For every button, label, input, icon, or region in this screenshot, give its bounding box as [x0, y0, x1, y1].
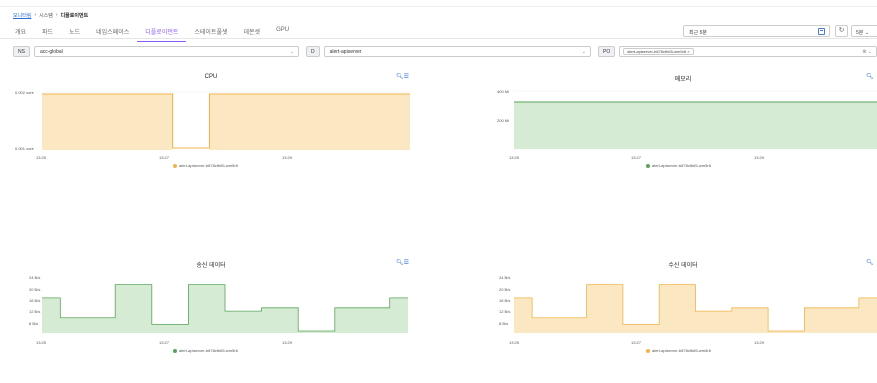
- tab-statefulsets[interactable]: 스테이트풀셋: [186, 27, 235, 42]
- refresh-button[interactable]: ↻: [835, 25, 848, 37]
- rx-chart-plot: [514, 284, 877, 333]
- deployment-value: alert-apiserver: [329, 48, 362, 55]
- memory-chart-tools[interactable]: 🔍︎: [866, 73, 874, 80]
- zoom-icon[interactable]: 🔍︎: [866, 74, 874, 80]
- namespace-filter[interactable]: NS acc-global ⌄: [13, 46, 299, 57]
- rx-y-tick: 24 B/s: [499, 275, 511, 280]
- breadcrumb-separator: ›: [55, 12, 58, 18]
- tabs-divider: [0, 38, 877, 39]
- zoom-icon[interactable]: 🔍︎: [396, 74, 404, 80]
- rx-x-tick: 13:27: [631, 340, 642, 345]
- legend-dot: [646, 348, 650, 353]
- tx-x-tick: 13:25: [36, 340, 47, 345]
- calendar-icon[interactable]: [818, 28, 825, 35]
- chevron-down-icon: ⌄: [581, 48, 586, 55]
- rx-y-tick: 20 B/s: [499, 287, 511, 292]
- chevron-down-icon: ⌄: [864, 30, 869, 36]
- zoom-icon[interactable]: 🔍︎: [866, 260, 874, 266]
- tx-y-tick: 12 B/s: [29, 309, 41, 314]
- top-divider: [0, 6, 877, 7]
- namespace-value: acc-global: [39, 48, 63, 55]
- cpu-area-series: [42, 94, 410, 150]
- tab-bar: 개요 파드 노드 네임스페이스 디플로이먼트 스테이트풀셋 데몬셋 GPU: [13, 27, 297, 42]
- deployment-filter[interactable]: D alert-apiserver ⌄: [306, 46, 591, 57]
- tx-y-tick: 16 B/s: [29, 298, 41, 303]
- rx-x-tick: 13:29: [754, 340, 765, 345]
- tab-overview[interactable]: 개요: [13, 27, 34, 42]
- rx-legend-label: alert-apiserver-b878cfb65-wm5r6: [652, 348, 711, 353]
- memory-y-tick: 200 Mi: [497, 118, 510, 123]
- cpu-x-tick: 13:25: [36, 155, 47, 160]
- rx-legend[interactable]: alert-apiserver-b878cfb65-wm5r6: [646, 348, 711, 353]
- memory-x-tick: 13:29: [754, 155, 765, 160]
- legend-dot: [173, 163, 177, 168]
- rx-y-tick: 8 B/s: [499, 321, 509, 326]
- list-icon[interactable]: ☰: [404, 260, 409, 266]
- breadcrumb-current: 디플로이먼트: [60, 13, 89, 19]
- breadcrumb-mid[interactable]: 시스템: [39, 12, 53, 19]
- tab-gpu[interactable]: GPU: [268, 27, 297, 42]
- memory-legend-label: alert-apiserver-b878cfb65-wm5r6: [652, 163, 711, 168]
- tab-deployments[interactable]: 디플로이먼트: [137, 27, 187, 42]
- breadcrumb-root[interactable]: 모니터링: [13, 12, 31, 19]
- interval-select[interactable]: 5분 ⌄: [851, 25, 877, 37]
- cpu-y-tick: 0.002 core: [15, 90, 34, 95]
- rx-y-tick: 12 B/s: [499, 309, 511, 314]
- refresh-icon: ↻: [838, 27, 845, 34]
- tx-legend[interactable]: alert-apiserver-b878cfb65-wm5r6: [173, 348, 238, 353]
- tx-chart-plot: [42, 284, 408, 333]
- tx-x-tick: 13:27: [159, 340, 170, 345]
- pod-chip[interactable]: alert-apiserver-b878cfb65-wm5r6 ×: [623, 48, 694, 55]
- tab-pods[interactable]: 파드: [34, 27, 61, 42]
- rx-chart-tools[interactable]: 🔍︎: [866, 259, 874, 266]
- memory-x-tick: 13:25: [509, 155, 520, 160]
- rx-chart-title: 수신 데이터: [668, 263, 698, 269]
- tx-legend-label: alert-apiserver-b878cfb65-wm5r6: [179, 348, 238, 353]
- tx-chart-title: 송신 데이터: [196, 263, 226, 269]
- pod-select[interactable]: alert-apiserver-b878cfb65-wm5r6 × ⊗ ⌄: [619, 46, 877, 57]
- cpu-y-tick: 0.001 core: [15, 146, 34, 151]
- cpu-chart-tools[interactable]: 🔍︎☰: [396, 73, 409, 80]
- rx-y-tick: 16 B/s: [499, 298, 511, 303]
- interval-value: 5분: [856, 30, 864, 36]
- tx-chart-tools[interactable]: 🔍︎☰: [396, 259, 409, 266]
- tx-y-tick: 20 B/s: [29, 287, 41, 292]
- cpu-chart-title: CPU: [204, 74, 218, 80]
- cpu-legend[interactable]: alert-apiserver-b878cfb65-wm5r6: [173, 163, 238, 168]
- memory-x-tick: 13:27: [631, 155, 642, 160]
- breadcrumb-separator: ›: [34, 12, 37, 18]
- time-range-value: 최근 5분: [689, 30, 707, 36]
- deployment-badge: D: [306, 46, 320, 57]
- chevron-down-icon: ⌄: [289, 48, 294, 55]
- namespace-select[interactable]: acc-global ⌄: [33, 46, 299, 57]
- list-icon[interactable]: ☰: [404, 74, 409, 80]
- cpu-x-tick: 13:27: [159, 155, 170, 160]
- memory-chart-plot: [514, 90, 877, 149]
- pod-badge: PO: [598, 46, 616, 57]
- cpu-legend-label: alert-apiserver-b878cfb65-wm5r6: [179, 163, 238, 168]
- cpu-x-tick: 13:29: [282, 155, 293, 160]
- cpu-chart-plot: [42, 91, 410, 150]
- legend-dot: [173, 348, 177, 353]
- rx-x-tick: 13:25: [509, 340, 520, 345]
- tab-namespaces[interactable]: 네임스페이스: [88, 27, 137, 42]
- tab-daemonsets[interactable]: 데몬셋: [236, 27, 269, 42]
- deployment-select[interactable]: alert-apiserver ⌄: [323, 46, 591, 57]
- memory-area-series: [514, 102, 877, 149]
- time-range-select[interactable]: 최근 5분: [683, 25, 830, 37]
- tx-y-tick: 24 B/s: [29, 275, 41, 280]
- legend-dot: [646, 163, 650, 168]
- tx-x-tick: 13:29: [282, 340, 293, 345]
- memory-y-tick: 400 Mi: [497, 89, 510, 94]
- memory-chart-title: 메모리: [674, 77, 692, 83]
- pod-filter[interactable]: PO alert-apiserver-b878cfb65-wm5r6 × ⊗ ⌄: [598, 46, 877, 57]
- breadcrumb: 모니터링 › 시스템 › 디플로이먼트: [13, 12, 88, 19]
- tab-nodes[interactable]: 노드: [61, 27, 88, 42]
- zoom-icon[interactable]: 🔍︎: [396, 260, 404, 266]
- memory-legend[interactable]: alert-apiserver-b878cfb65-wm5r6: [646, 163, 711, 168]
- namespace-badge: NS: [13, 46, 30, 57]
- tx-y-tick: 8 B/s: [29, 321, 39, 326]
- clear-icon[interactable]: ⊗ ⌄: [858, 49, 876, 55]
